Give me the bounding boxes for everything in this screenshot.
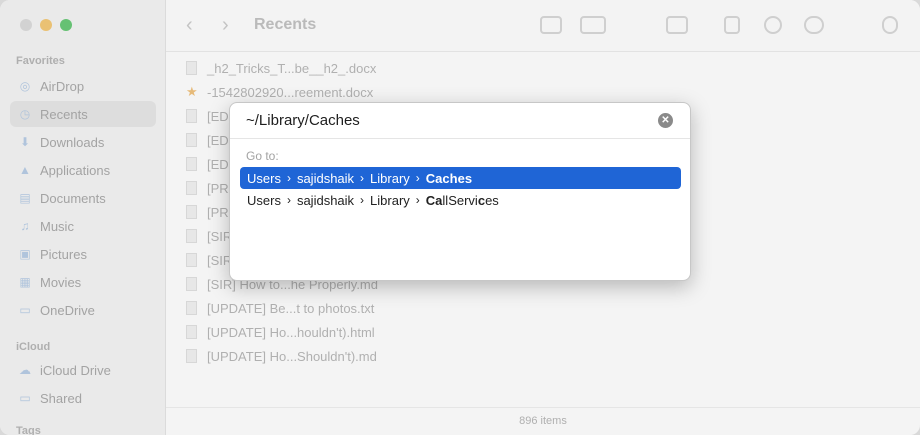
suggestion-leaf: CallServices bbox=[425, 192, 499, 208]
path-input[interactable] bbox=[230, 103, 690, 139]
chevron-right-icon: › bbox=[360, 171, 365, 185]
suggestion-item[interactable]: Users › sajidshaik › Library › Caches bbox=[240, 167, 681, 189]
chevron-right-icon: › bbox=[286, 193, 291, 207]
go-to-label: Go to: bbox=[246, 149, 279, 163]
finder-window: Favorites ◎ AirDrop ◷ Recents ⬇ Download… bbox=[0, 0, 920, 435]
suggestion-item[interactable]: Users › sajidshaik › Library › CallServi… bbox=[240, 189, 681, 211]
chevron-right-icon: › bbox=[415, 171, 420, 185]
chevron-right-icon: › bbox=[415, 193, 420, 207]
go-to-folder-dialog: ✕ Go to: Users › sajidshaik › Library › … bbox=[229, 102, 691, 281]
chevron-right-icon: › bbox=[286, 171, 291, 185]
clear-icon[interactable]: ✕ bbox=[658, 113, 673, 128]
chevron-right-icon: › bbox=[360, 193, 365, 207]
